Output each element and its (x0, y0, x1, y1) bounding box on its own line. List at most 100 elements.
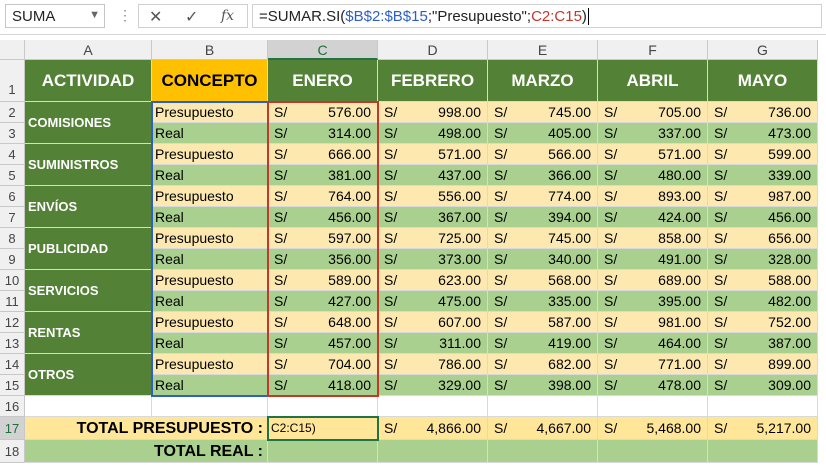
amount-cell[interactable]: S/309.00 (708, 375, 818, 396)
amount-cell[interactable]: S/456.00 (708, 207, 818, 228)
amount-cell[interactable]: S/987.00 (708, 186, 818, 207)
amount-cell[interactable]: S/456.00 (268, 207, 378, 228)
amount-cell[interactable]: S/656.00 (708, 228, 818, 249)
column-header-a[interactable]: A (25, 40, 152, 60)
amount-cell[interactable]: S/427.00 (268, 291, 378, 312)
actividad-cell[interactable]: SERVICIOS (25, 270, 152, 312)
amount-cell[interactable]: S/366.00 (488, 165, 598, 186)
total-presupuesto-cell[interactable]: S/4,866.00 (378, 417, 488, 440)
concepto-cell[interactable]: Real (152, 165, 268, 186)
row-header-10[interactable]: 10 (0, 270, 25, 291)
amount-cell[interactable]: S/771.00 (598, 354, 708, 375)
concepto-cell[interactable]: Real (152, 207, 268, 228)
row-header-16[interactable]: 16 (0, 396, 25, 417)
total-presupuesto-cell[interactable]: S/4,667.00 (488, 417, 598, 440)
actividad-cell[interactable]: ENVÍOS (25, 186, 152, 228)
row-header-11[interactable]: 11 (0, 291, 25, 312)
header-month-enero[interactable]: ENERO (268, 60, 378, 102)
amount-cell[interactable]: S/339.00 (708, 165, 818, 186)
column-header-f[interactable]: F (598, 40, 708, 60)
amount-cell[interactable]: S/752.00 (708, 312, 818, 333)
amount-cell[interactable]: S/335.00 (488, 291, 598, 312)
insert-function-icon[interactable]: fx (221, 8, 234, 24)
enter-icon[interactable]: ✓ (185, 7, 198, 27)
amount-cell[interactable]: S/491.00 (598, 249, 708, 270)
amount-cell[interactable]: S/689.00 (598, 270, 708, 291)
amount-cell[interactable]: S/373.00 (378, 249, 488, 270)
concepto-cell[interactable]: Presupuesto (152, 186, 268, 207)
amount-cell[interactable]: S/998.00 (378, 102, 488, 123)
row-header-1[interactable]: 1 (0, 60, 25, 102)
concepto-cell[interactable]: Presupuesto (152, 270, 268, 291)
total-real-label[interactable]: TOTAL REAL : (25, 440, 268, 463)
concepto-cell[interactable]: Presupuesto (152, 144, 268, 165)
row-header-3[interactable]: 3 (0, 123, 25, 144)
amount-cell[interactable]: S/725.00 (378, 228, 488, 249)
amount-cell[interactable]: S/482.00 (708, 291, 818, 312)
amount-cell[interactable]: S/464.00 (598, 333, 708, 354)
total-real-cell[interactable] (268, 440, 378, 463)
concepto-cell[interactable]: Real (152, 375, 268, 396)
amount-cell[interactable]: S/589.00 (268, 270, 378, 291)
name-box[interactable]: SUMA ▼ (5, 4, 105, 28)
actividad-cell[interactable]: RENTAS (25, 312, 152, 354)
amount-cell[interactable]: S/381.00 (268, 165, 378, 186)
amount-cell[interactable]: S/571.00 (378, 144, 488, 165)
amount-cell[interactable]: S/566.00 (488, 144, 598, 165)
empty-cell[interactable] (25, 396, 152, 417)
row-header-14[interactable]: 14 (0, 354, 25, 375)
amount-cell[interactable]: S/704.00 (268, 354, 378, 375)
amount-cell[interactable]: S/395.00 (598, 291, 708, 312)
amount-cell[interactable]: S/981.00 (598, 312, 708, 333)
row-header-12[interactable]: 12 (0, 312, 25, 333)
concepto-cell[interactable]: Presupuesto (152, 102, 268, 123)
row-header-18[interactable]: 18 (0, 440, 25, 463)
amount-cell[interactable]: S/597.00 (268, 228, 378, 249)
concepto-cell[interactable]: Real (152, 333, 268, 354)
row-header-7[interactable]: 7 (0, 207, 25, 228)
amount-cell[interactable]: S/398.00 (488, 375, 598, 396)
total-presupuesto-cell[interactable]: S/5,468.00 (598, 417, 708, 440)
amount-cell[interactable]: S/478.00 (598, 375, 708, 396)
empty-cell[interactable] (488, 396, 598, 417)
concepto-cell[interactable]: Real (152, 249, 268, 270)
amount-cell[interactable]: S/419.00 (488, 333, 598, 354)
header-month-abril[interactable]: ABRIL (598, 60, 708, 102)
row-header-6[interactable]: 6 (0, 186, 25, 207)
concepto-cell[interactable]: Real (152, 291, 268, 312)
amount-cell[interactable]: S/682.00 (488, 354, 598, 375)
header-actividad[interactable]: ACTIVIDAD (25, 60, 152, 102)
amount-cell[interactable]: S/418.00 (268, 375, 378, 396)
concepto-cell[interactable]: Presupuesto (152, 354, 268, 375)
amount-cell[interactable]: S/329.00 (378, 375, 488, 396)
column-header-g[interactable]: G (708, 40, 818, 60)
amount-cell[interactable]: S/571.00 (598, 144, 708, 165)
amount-cell[interactable]: S/394.00 (488, 207, 598, 228)
amount-cell[interactable]: S/475.00 (378, 291, 488, 312)
amount-cell[interactable]: S/745.00 (488, 102, 598, 123)
amount-cell[interactable]: S/556.00 (378, 186, 488, 207)
active-cell-editing[interactable]: C2:C15) (268, 417, 378, 440)
amount-cell[interactable]: S/786.00 (378, 354, 488, 375)
amount-cell[interactable]: S/328.00 (708, 249, 818, 270)
amount-cell[interactable]: S/424.00 (598, 207, 708, 228)
cancel-icon[interactable]: ✕ (149, 7, 162, 27)
header-month-marzo[interactable]: MARZO (488, 60, 598, 102)
amount-cell[interactable]: S/648.00 (268, 312, 378, 333)
empty-cell[interactable] (598, 396, 708, 417)
empty-cell[interactable] (378, 396, 488, 417)
row-header-15[interactable]: 15 (0, 375, 25, 396)
more-options-icon[interactable]: ⋮ (118, 7, 132, 24)
chevron-down-icon[interactable]: ▼ (89, 9, 100, 21)
amount-cell[interactable]: S/623.00 (378, 270, 488, 291)
amount-cell[interactable]: S/607.00 (378, 312, 488, 333)
header-concepto[interactable]: CONCEPTO (152, 60, 268, 102)
row-header-8[interactable]: 8 (0, 228, 25, 249)
amount-cell[interactable]: S/745.00 (488, 228, 598, 249)
actividad-cell[interactable]: COMISIONES (25, 102, 152, 144)
amount-cell[interactable]: S/705.00 (598, 102, 708, 123)
total-real-cell[interactable] (598, 440, 708, 463)
column-header-e[interactable]: E (488, 40, 598, 60)
empty-cell[interactable] (268, 396, 378, 417)
amount-cell[interactable]: S/899.00 (708, 354, 818, 375)
